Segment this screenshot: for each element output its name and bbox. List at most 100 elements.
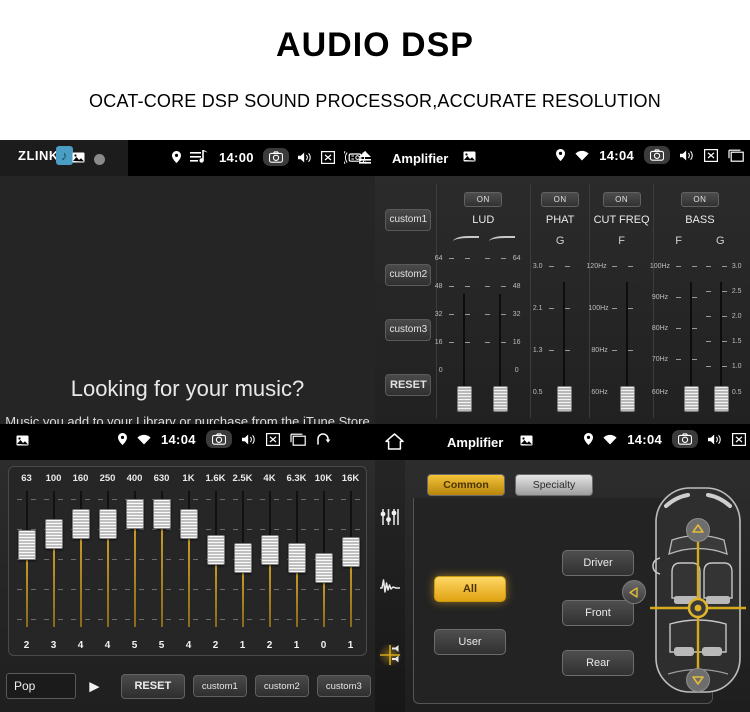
car-top-view-svg[interactable] (628, 484, 746, 696)
camera-icon[interactable] (205, 430, 232, 448)
slider-thumb[interactable] (261, 535, 279, 565)
dsp-reset-button[interactable]: RESET (385, 373, 432, 396)
car-balance-diagram[interactable] (622, 484, 746, 696)
eq-preset-select[interactable]: Pop (6, 673, 76, 699)
tick (179, 619, 184, 620)
balance-main: Common Specialty All User Driver Front R… (405, 466, 750, 710)
camera-icon[interactable] (262, 148, 289, 166)
preset-front-button[interactable]: Front (562, 600, 634, 626)
eq-band-160[interactable]: 160 4 (67, 467, 94, 655)
eq-custom1-button[interactable]: custom1 (192, 675, 247, 697)
tick (464, 314, 470, 315)
slider-thumb[interactable] (153, 499, 171, 529)
close-icon[interactable] (320, 150, 335, 164)
preset-user-button[interactable]: User (434, 629, 506, 655)
dsp-preset-custom1[interactable]: custom1 (385, 208, 432, 231)
tick (721, 341, 727, 342)
playlist-icon[interactable] (190, 149, 210, 165)
volume-icon[interactable] (708, 433, 722, 446)
slider-thumb[interactable] (126, 499, 144, 529)
arrow-left-icon[interactable] (622, 580, 646, 604)
eq-band-250[interactable]: 250 4 (94, 467, 121, 655)
dsp-preset-custom2[interactable]: custom2 (385, 263, 432, 286)
tick (287, 619, 292, 620)
dsp-clock: 14:04 (599, 147, 634, 163)
eq-band-10k[interactable]: 10K 0 (310, 467, 337, 655)
equalizer-icon[interactable] (378, 505, 402, 529)
slider-thumb[interactable] (315, 553, 333, 583)
slider-thumb[interactable] (288, 543, 306, 573)
preset-driver-button[interactable]: Driver (562, 550, 634, 576)
dsp-preset-custom3[interactable]: custom3 (385, 318, 432, 341)
volume-icon[interactable] (680, 149, 694, 162)
slider-thumb[interactable] (683, 386, 699, 412)
slider-thumb[interactable] (207, 535, 225, 565)
picture-icon[interactable] (72, 152, 85, 163)
bass-g-tick-5: 0.5 (731, 389, 742, 396)
record-dot-icon[interactable] (94, 154, 105, 165)
slider-thumb[interactable] (45, 519, 63, 549)
eq-custom3-button[interactable]: custom3 (316, 675, 371, 697)
slider-thumb[interactable] (492, 386, 508, 412)
eq-reset-button[interactable]: RESET (120, 673, 185, 699)
tick (17, 499, 22, 500)
slider-thumb[interactable] (556, 386, 572, 412)
eq-band-400[interactable]: 400 5 (121, 467, 148, 655)
preset-rear-button[interactable]: Rear (562, 650, 634, 676)
tick (612, 308, 618, 309)
lud-on-button[interactable]: ON (464, 192, 503, 207)
eq-band-6-3k[interactable]: 6.3K 1 (283, 467, 310, 655)
slider-thumb[interactable] (342, 537, 360, 567)
tab-specialty[interactable]: Specialty (515, 474, 593, 496)
volume-icon[interactable] (297, 151, 312, 164)
back-icon[interactable] (316, 432, 334, 446)
eq-custom2-button[interactable]: custom2 (254, 675, 309, 697)
close-icon[interactable] (704, 148, 718, 162)
slider-thumb[interactable] (72, 509, 90, 539)
eq-band-2-5k[interactable]: 2.5K 1 (229, 467, 256, 655)
close-icon[interactable] (265, 432, 280, 446)
tick (139, 529, 144, 530)
eq-band-1k[interactable]: 1K 4 (175, 467, 202, 655)
lud-curve-right-icon (488, 236, 515, 245)
eject-icon[interactable] (358, 150, 372, 164)
speaker-balance-icon[interactable] (378, 643, 402, 667)
tab-common[interactable]: Common (427, 474, 505, 496)
slider-thumb[interactable] (456, 386, 472, 412)
slider-track-upper (215, 491, 217, 541)
play-icon[interactable]: ► (86, 678, 103, 695)
slider-thumb[interactable] (18, 530, 36, 560)
recents-icon[interactable] (290, 433, 306, 446)
preset-all-button[interactable]: All (434, 576, 506, 602)
cutfreq-on-button[interactable]: ON (602, 192, 641, 207)
home-icon[interactable] (385, 433, 404, 450)
slider-thumb[interactable] (180, 509, 198, 539)
bass-on-button[interactable]: ON (680, 192, 719, 207)
picture-icon[interactable] (520, 435, 533, 446)
eq-band-63[interactable]: 63 2 (13, 467, 40, 655)
camera-icon[interactable] (644, 146, 670, 164)
slider-track-upper (323, 491, 325, 559)
volume-icon[interactable] (241, 433, 256, 446)
recents-icon[interactable] (728, 149, 744, 162)
waveform-icon[interactable] (378, 574, 402, 598)
tick (152, 619, 157, 620)
camera-icon[interactable] (672, 430, 698, 448)
dsp-status-icons: 14:04 (556, 146, 744, 164)
phat-on-button[interactable]: ON (541, 192, 580, 207)
eq-band-1-6k[interactable]: 1.6K 2 (202, 467, 229, 655)
eq-band-630[interactable]: 630 5 (148, 467, 175, 655)
eq-band-16k[interactable]: 16K 1 (337, 467, 364, 655)
tick (721, 266, 727, 267)
slider-thumb[interactable] (234, 543, 252, 573)
tick (691, 266, 697, 267)
picture-icon[interactable] (463, 151, 476, 162)
slider-thumb[interactable] (99, 509, 117, 539)
slider-thumb[interactable] (620, 386, 636, 412)
eq-band-100[interactable]: 100 3 (40, 467, 67, 655)
tick (247, 619, 252, 620)
slider-thumb[interactable] (713, 386, 729, 412)
close-icon[interactable] (732, 432, 746, 446)
eq-band-4k[interactable]: 4K 2 (256, 467, 283, 655)
picture-icon[interactable] (16, 435, 29, 446)
